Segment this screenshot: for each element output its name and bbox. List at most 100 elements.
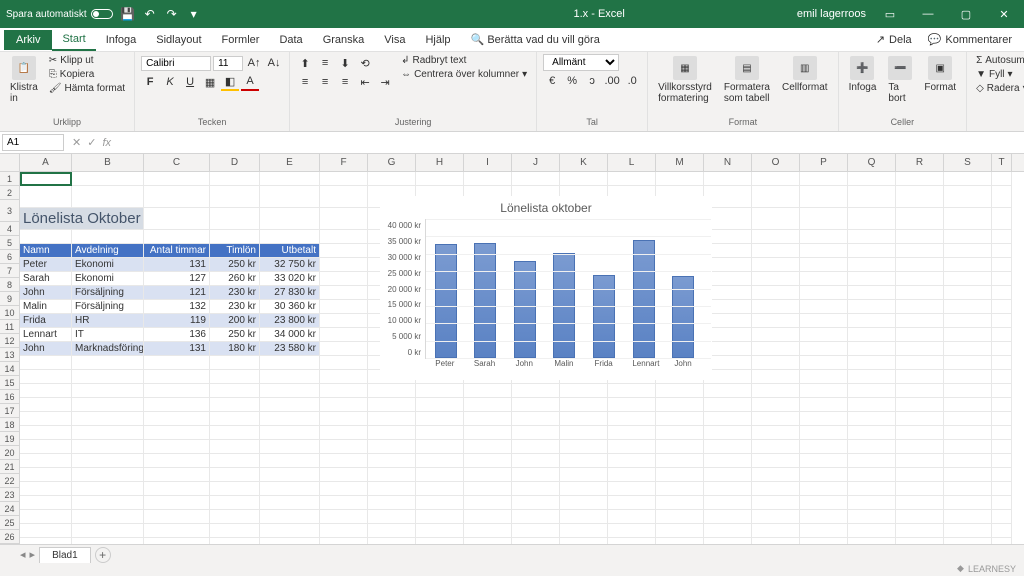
cell[interactable]	[144, 230, 210, 244]
cell[interactable]	[464, 482, 512, 496]
cell[interactable]	[896, 328, 944, 342]
cell[interactable]	[848, 412, 896, 426]
cell[interactable]: 121	[144, 286, 210, 300]
cell[interactable]: 132	[144, 300, 210, 314]
cell[interactable]	[656, 440, 704, 454]
align-center-icon[interactable]: ≡	[316, 73, 334, 91]
cell[interactable]	[20, 384, 72, 398]
cell[interactable]	[752, 384, 800, 398]
cell[interactable]	[72, 468, 144, 482]
autosum-button[interactable]: Σ Autosumma ▾	[973, 54, 1024, 67]
cell[interactable]	[260, 384, 320, 398]
cell[interactable]	[608, 440, 656, 454]
cell[interactable]	[560, 412, 608, 426]
cell[interactable]	[210, 510, 260, 524]
cell[interactable]	[752, 172, 800, 186]
cell[interactable]	[896, 258, 944, 272]
cell[interactable]	[20, 398, 72, 412]
cell[interactable]	[752, 328, 800, 342]
cell[interactable]	[944, 468, 992, 482]
row-header[interactable]: 9	[0, 292, 20, 306]
cell[interactable]	[210, 230, 260, 244]
cell[interactable]	[20, 230, 72, 244]
paste-button[interactable]: 📋Klistra in	[6, 54, 42, 106]
align-bottom-icon[interactable]: ⬇	[336, 54, 354, 72]
row-header[interactable]: 20	[0, 446, 20, 460]
cell[interactable]	[608, 468, 656, 482]
cell[interactable]	[800, 230, 848, 244]
cell[interactable]	[848, 356, 896, 370]
font-color-icon[interactable]: A	[241, 73, 259, 91]
cell[interactable]: Ekonomi	[72, 258, 144, 272]
column-header[interactable]: N	[704, 154, 752, 171]
column-header[interactable]: D	[210, 154, 260, 171]
cell[interactable]	[848, 328, 896, 342]
cell[interactable]: 250 kr	[210, 258, 260, 272]
cell[interactable]	[752, 412, 800, 426]
cell[interactable]: Frida	[20, 314, 72, 328]
cell[interactable]	[260, 454, 320, 468]
row-header[interactable]: 3	[0, 200, 20, 222]
cell[interactable]	[896, 412, 944, 426]
align-left-icon[interactable]: ≡	[296, 73, 314, 91]
cell[interactable]	[992, 510, 1012, 524]
cell[interactable]: Ekonomi	[72, 272, 144, 286]
cell[interactable]	[752, 468, 800, 482]
cell[interactable]	[260, 230, 320, 244]
cell[interactable]	[512, 510, 560, 524]
cell[interactable]	[896, 286, 944, 300]
cell[interactable]	[944, 384, 992, 398]
cell[interactable]	[320, 426, 368, 440]
cell[interactable]	[464, 524, 512, 538]
ribbon-options-icon[interactable]: ▭	[876, 3, 904, 25]
cell[interactable]	[72, 524, 144, 538]
cell[interactable]	[992, 244, 1012, 258]
cell[interactable]	[72, 426, 144, 440]
cell[interactable]	[20, 186, 72, 208]
cell[interactable]	[210, 412, 260, 426]
cell[interactable]	[848, 186, 896, 208]
cell[interactable]	[944, 300, 992, 314]
cell[interactable]: Lennart	[20, 328, 72, 342]
cell[interactable]	[944, 258, 992, 272]
cell[interactable]	[608, 496, 656, 510]
cell[interactable]	[704, 172, 752, 186]
cell[interactable]	[944, 208, 992, 230]
cell[interactable]	[944, 496, 992, 510]
cell[interactable]: 127	[144, 272, 210, 286]
cell[interactable]	[944, 272, 992, 286]
cell[interactable]	[944, 510, 992, 524]
cell[interactable]	[416, 172, 464, 186]
cell[interactable]	[848, 510, 896, 524]
cell[interactable]	[416, 510, 464, 524]
cell[interactable]: 250 kr	[210, 328, 260, 342]
cell[interactable]	[320, 172, 368, 186]
cell[interactable]	[512, 524, 560, 538]
save-icon[interactable]: 💾	[121, 7, 135, 21]
cell[interactable]	[800, 454, 848, 468]
cell[interactable]	[260, 426, 320, 440]
cell[interactable]	[896, 186, 944, 208]
cell[interactable]	[704, 510, 752, 524]
cell[interactable]	[848, 426, 896, 440]
cell[interactable]	[260, 496, 320, 510]
cell[interactable]	[752, 510, 800, 524]
cell[interactable]	[896, 384, 944, 398]
cell[interactable]	[144, 384, 210, 398]
cell[interactable]	[752, 300, 800, 314]
cell[interactable]	[992, 286, 1012, 300]
cell[interactable]	[800, 482, 848, 496]
cell[interactable]	[800, 258, 848, 272]
cell[interactable]	[608, 172, 656, 186]
cell[interactable]	[512, 172, 560, 186]
undo-icon[interactable]: ↶	[143, 7, 157, 21]
cell[interactable]	[72, 496, 144, 510]
cell[interactable]	[464, 384, 512, 398]
row-header[interactable]: 6	[0, 250, 20, 264]
cell[interactable]	[210, 370, 260, 384]
cell[interactable]	[896, 342, 944, 356]
cell[interactable]	[848, 286, 896, 300]
cell[interactable]	[848, 482, 896, 496]
formula-input[interactable]	[117, 135, 1024, 150]
cell[interactable]	[656, 524, 704, 538]
